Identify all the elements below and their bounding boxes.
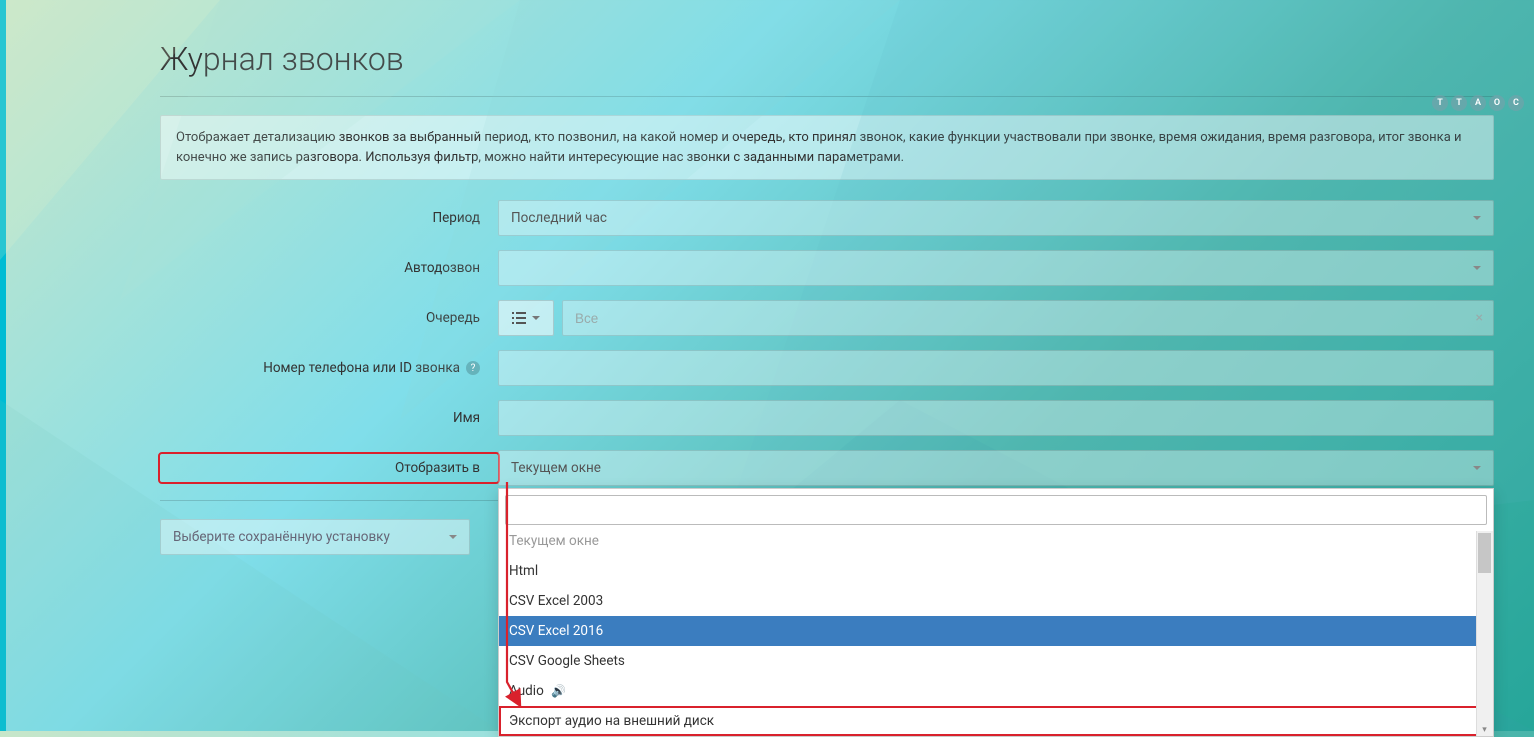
row-period: Период Последний час bbox=[160, 200, 1494, 236]
title-divider bbox=[160, 96, 1494, 97]
scrollbar[interactable]: ▴ ▾ bbox=[1476, 531, 1493, 736]
chevron-down-icon bbox=[532, 316, 540, 324]
info-box: Отображает детализацию звонков за выбран… bbox=[160, 115, 1494, 180]
dropdown-search-wrap bbox=[499, 489, 1493, 531]
input-phone[interactable] bbox=[498, 350, 1494, 386]
select-display-in[interactable]: Текущем окне bbox=[498, 450, 1494, 486]
row-name: Имя bbox=[160, 400, 1494, 436]
select-autodial[interactable] bbox=[498, 250, 1494, 286]
queue-list-toggle[interactable] bbox=[498, 300, 554, 336]
dropdown-option-csv2016[interactable]: CSV Excel 2016 bbox=[499, 616, 1493, 646]
chevron-down-icon bbox=[449, 535, 457, 543]
input-queue-field[interactable] bbox=[575, 311, 1481, 326]
tag-dot: С bbox=[1508, 95, 1524, 111]
dropdown-option-export-audio[interactable]: Экспорт аудио на внешний диск bbox=[499, 706, 1493, 736]
scroll-down-icon[interactable]: ▾ bbox=[1479, 724, 1490, 735]
input-queue[interactable]: × bbox=[562, 300, 1494, 336]
label-display-in: Отобразить в bbox=[160, 454, 498, 482]
select-saved-preset[interactable]: Выберите сохранённую установку bbox=[160, 519, 470, 555]
row-display-in: Отобразить в Текущем окне Текущем окне H… bbox=[160, 450, 1494, 486]
label-autodial: Автодозвон bbox=[160, 260, 498, 276]
clear-icon[interactable]: × bbox=[1476, 310, 1483, 326]
dropdown-option-audio-label: Audio bbox=[509, 683, 544, 699]
label-queue: Очередь bbox=[160, 310, 498, 326]
row-phone: Номер телефона или ID звонка ? bbox=[160, 350, 1494, 386]
page-title: Журнал звонков bbox=[160, 40, 1494, 78]
dropdown-option-csv2003[interactable]: CSV Excel 2003 bbox=[499, 586, 1493, 616]
label-name: Имя bbox=[160, 410, 498, 426]
tag-dot: Т bbox=[1451, 95, 1467, 111]
input-name[interactable] bbox=[498, 400, 1494, 436]
input-name-field[interactable] bbox=[511, 411, 1481, 426]
tag-dot: А bbox=[1470, 95, 1486, 111]
select-period-value: Последний час bbox=[511, 210, 607, 226]
dropdown-list[interactable]: Текущем окне Html CSV Excel 2003 CSV Exc… bbox=[499, 531, 1493, 736]
display-in-dropdown: Текущем окне Html CSV Excel 2003 CSV Exc… bbox=[498, 488, 1494, 737]
dropdown-option-current[interactable]: Текущем окне bbox=[499, 531, 1493, 556]
input-phone-field[interactable] bbox=[511, 361, 1481, 376]
tag-strip: Т Т А О С bbox=[1432, 95, 1524, 111]
tag-dot: Т bbox=[1432, 95, 1448, 111]
dropdown-option-html[interactable]: Html bbox=[499, 556, 1493, 586]
row-queue: Очередь × bbox=[160, 300, 1494, 336]
tag-dot: О bbox=[1489, 95, 1505, 111]
select-display-in-value: Текущем окне bbox=[511, 460, 601, 476]
sound-icon: 🔊 bbox=[551, 684, 566, 698]
row-autodial: Автодозвон bbox=[160, 250, 1494, 286]
dropdown-option-gsheets[interactable]: CSV Google Sheets bbox=[499, 646, 1493, 676]
list-icon bbox=[512, 312, 526, 324]
select-saved-preset-placeholder: Выберите сохранённую установку bbox=[173, 529, 390, 545]
label-period: Период bbox=[160, 210, 498, 226]
dropdown-option-audio[interactable]: Audio 🔊 bbox=[499, 676, 1493, 706]
dropdown-search-input[interactable] bbox=[505, 495, 1487, 525]
left-accent-strip bbox=[0, 0, 6, 731]
help-icon[interactable]: ? bbox=[466, 361, 480, 375]
scrollbar-thumb[interactable] bbox=[1478, 533, 1491, 573]
label-phone-text: Номер телефона или ID звонка bbox=[263, 360, 460, 376]
label-phone: Номер телефона или ID звонка ? bbox=[160, 360, 498, 376]
select-period[interactable]: Последний час bbox=[498, 200, 1494, 236]
